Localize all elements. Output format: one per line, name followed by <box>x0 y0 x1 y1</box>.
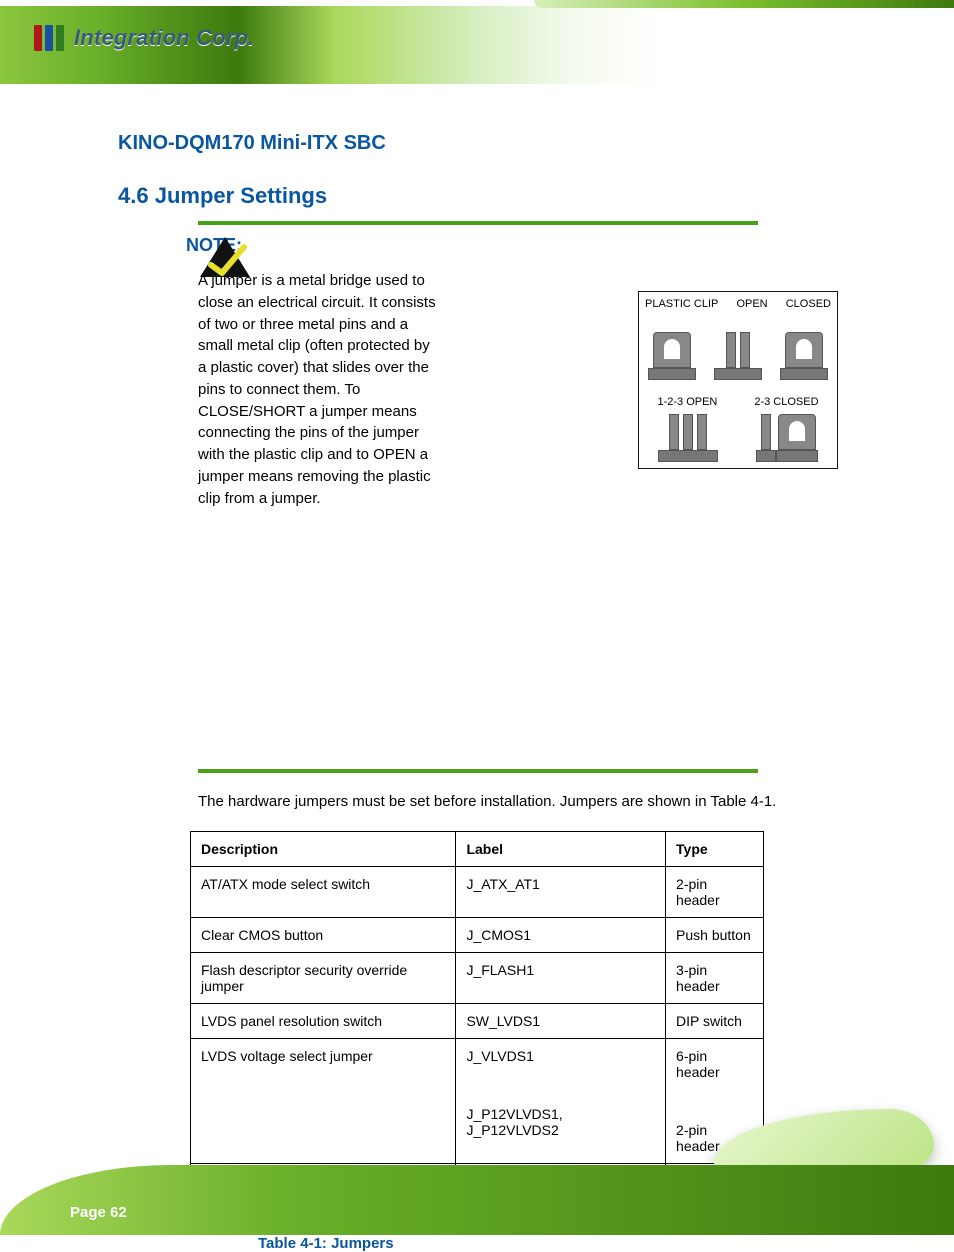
cell-label: J_CMOS1 <box>456 918 666 953</box>
page-content: KINO-DQM170 Mini-ITX SBC 4.6 Jumper Sett… <box>118 132 838 1252</box>
note-body: A jumper is a metal bridge used to close… <box>198 270 438 509</box>
header-top-strip <box>534 0 954 8</box>
label-open: OPEN <box>736 298 767 310</box>
cell-desc-text: LVDS voltage select jumper <box>201 1048 373 1064</box>
cell-desc: Clear CMOS button <box>191 918 456 953</box>
table-row: AT/ATX mode select switch J_ATX_AT1 2-pi… <box>191 867 764 918</box>
body-paragraph: The hardware jumpers must be set before … <box>198 791 838 813</box>
table-row: Clear CMOS button J_CMOS1 Push button <box>191 918 764 953</box>
cell-label: J_FLASH1 <box>456 953 666 1004</box>
section-title: 4.6 Jumper Settings <box>118 183 838 209</box>
footer-green-swoosh <box>0 1165 954 1235</box>
table-header-row: Description Label Type <box>191 832 764 867</box>
jumper-fig-row1 <box>639 322 837 380</box>
cell-desc: AT/ATX mode select switch <box>191 867 456 918</box>
base-icon <box>658 450 718 462</box>
cell-label: J_ATX_AT1 <box>456 867 666 918</box>
label-closed-23: 2-3 CLOSED <box>754 396 818 408</box>
body-paragraph-text: The hardware jumpers must be set before … <box>198 793 776 810</box>
label-plastic-clip: PLASTIC CLIP <box>645 298 718 310</box>
col-label: Label <box>456 832 666 867</box>
label-closed: CLOSED <box>786 298 831 310</box>
table-row: LVDS panel resolution switch SW_LVDS1 DI… <box>191 1004 764 1039</box>
cell-type: 3-pin header <box>666 953 764 1004</box>
logo-mark-icon <box>34 25 64 51</box>
brand-name: Integration Corp. <box>74 25 255 51</box>
section-heading: Jumper Settings <box>155 183 327 208</box>
cell-type: Push button <box>666 918 764 953</box>
table-row: Flash descriptor security override jumpe… <box>191 953 764 1004</box>
label-open-123: 1-2-3 OPEN <box>657 396 717 408</box>
note-bottom-rule <box>198 769 758 773</box>
header-band: Integration Corp. <box>0 0 954 110</box>
base-icon <box>776 450 818 462</box>
note-top-rule <box>198 221 758 225</box>
jumper-fig-labels-row2: 1-2-3 OPEN 2-3 CLOSED <box>639 396 837 408</box>
table-caption: Table 4-1: Jumpers <box>258 1235 838 1252</box>
brand-logo: Integration Corp. <box>34 18 255 58</box>
base-icon <box>780 368 828 380</box>
page-number: Page 62 <box>70 1204 127 1221</box>
jumper-fig-labels-row1: PLASTIC CLIP OPEN CLOSED <box>645 298 831 310</box>
cell-type: 2-pin header <box>666 867 764 918</box>
esd-note-icon <box>198 235 252 281</box>
col-description: Description <box>191 832 456 867</box>
base-icon <box>714 368 762 380</box>
jumper-figure: PLASTIC CLIP OPEN CLOSED 1-2 <box>638 291 838 469</box>
section-number: 4.6 <box>118 183 149 208</box>
product-title: KINO-DQM170 Mini-ITX SBC <box>118 132 838 155</box>
cell-type-1: 6-pin header <box>676 1048 753 1080</box>
col-type: Type <box>666 832 764 867</box>
base-icon <box>648 368 696 380</box>
note-box: NOTE: A jumper is a metal bridge used to… <box>198 235 758 509</box>
cell-label-2: J_P12VLVDS1, J_P12VLVDS2 <box>466 1106 655 1138</box>
cell-label-1: J_VLVDS1 <box>466 1048 655 1064</box>
cell-desc: LVDS panel resolution switch <box>191 1004 456 1039</box>
note-heading: NOTE: <box>186 235 758 256</box>
cell-type: DIP switch <box>666 1004 764 1039</box>
cell-label: SW_LVDS1 <box>456 1004 666 1039</box>
footer-band: Page 62 <box>0 1137 954 1235</box>
jumper-fig-row2 <box>639 412 837 462</box>
plastic-clip-icon <box>653 332 691 368</box>
closed-clip-icon <box>785 332 823 368</box>
cell-desc: Flash descriptor security override jumpe… <box>191 953 456 1004</box>
closed-clip-icon <box>778 414 816 450</box>
